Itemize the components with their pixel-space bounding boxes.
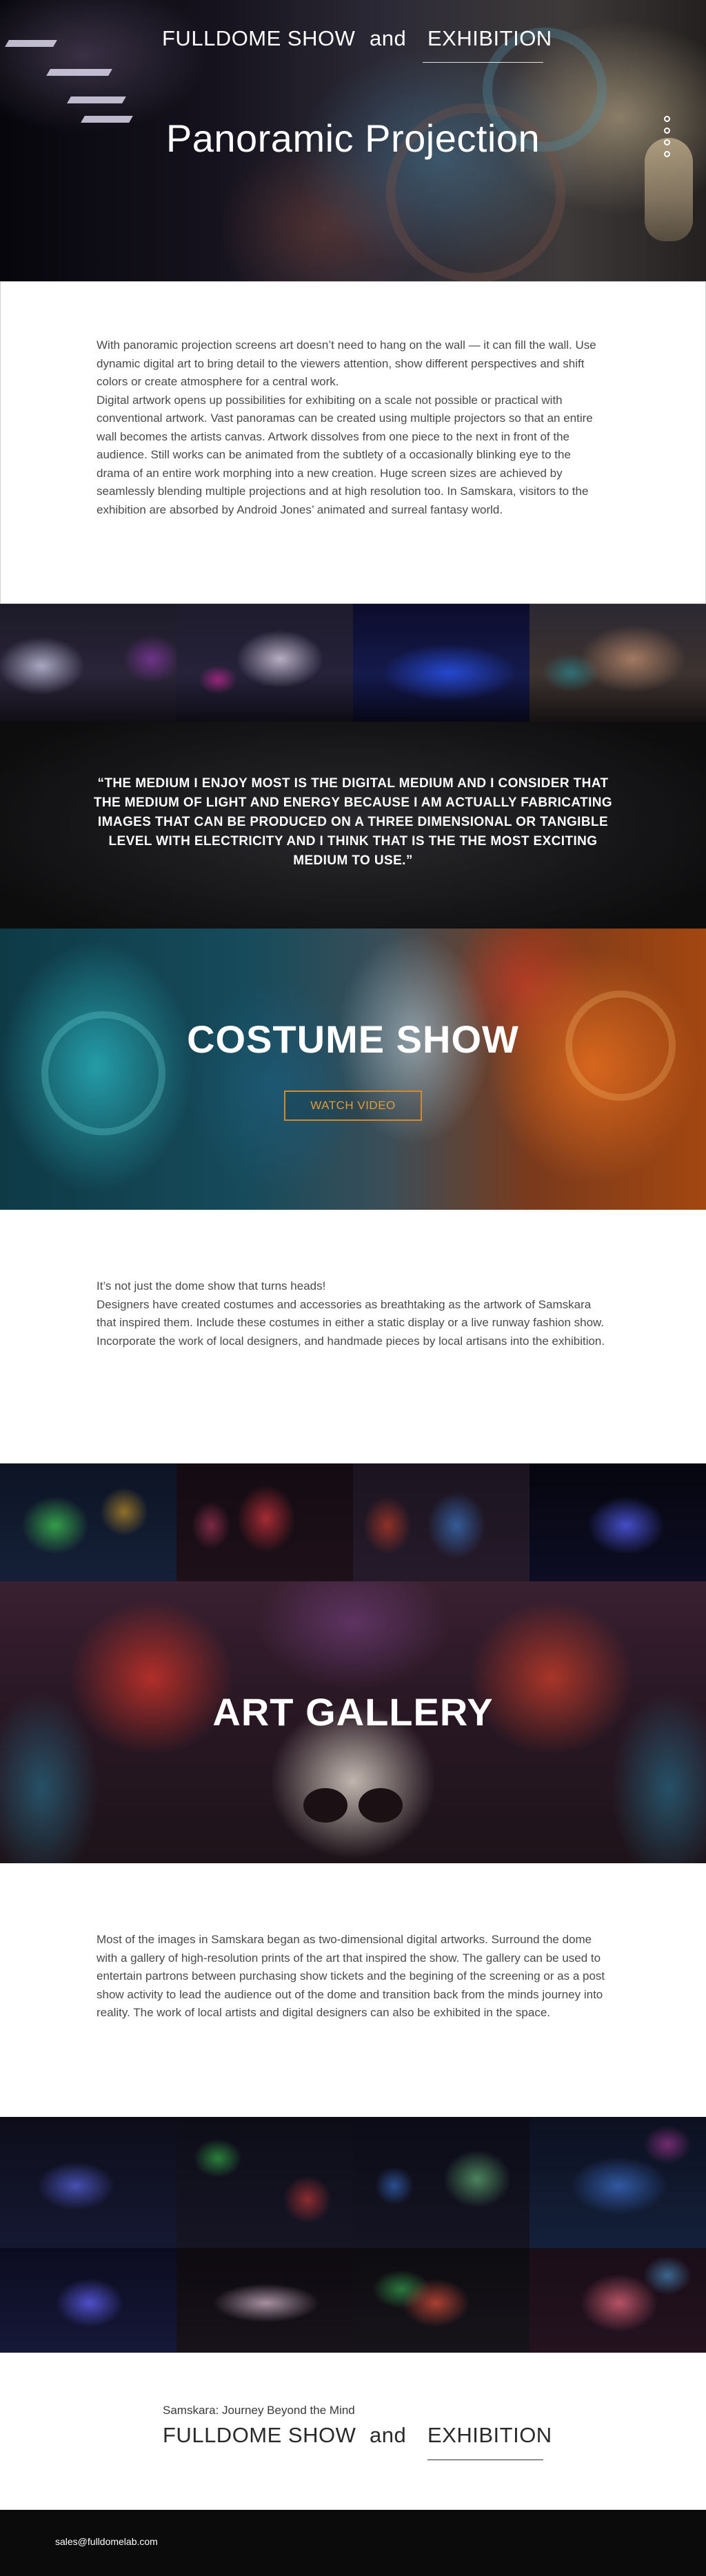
paragraph: Most of the images in Samskara began as … [97, 1933, 605, 2019]
page: FULLDOME SHOW and EXHIBITION Panoramic P… [0, 0, 706, 2576]
gallery-photo[interactable] [530, 2248, 706, 2353]
paragraph: Incorporate the work of local designers,… [97, 1334, 605, 1348]
skull-eye [359, 1788, 403, 1823]
nav-link-exhibition[interactable]: EXHIBITION [427, 26, 552, 51]
gallery-photo-row [0, 2117, 706, 2248]
panoramic-photo-strip [0, 604, 706, 722]
art-gallery-title: ART GALLERY [212, 1690, 494, 1734]
footer-link-fulldome-show[interactable]: FULLDOME SHOW [163, 2423, 356, 2448]
footer-subtitle: Samskara: Journey Beyond the Mind [163, 2404, 355, 2417]
nav-and-text: and [370, 26, 407, 50]
costume-photo[interactable] [176, 1463, 353, 1581]
footer-link-exhibition[interactable]: EXHIBITION [427, 2423, 552, 2448]
costume-photo[interactable] [0, 1463, 176, 1581]
hero-title: Panoramic Projection [165, 116, 541, 160]
section-dot[interactable] [664, 116, 670, 122]
section-dot[interactable] [664, 128, 670, 134]
paragraph: Designers have created costumes and acce… [97, 1297, 605, 1330]
costume-photo[interactable] [353, 1463, 530, 1581]
costume-photo-strip [0, 1463, 706, 1581]
footer-and-text: and [370, 2423, 407, 2447]
gallery-photo[interactable] [176, 604, 353, 722]
ceiling-light [67, 97, 126, 103]
gallery-photo[interactable] [0, 604, 176, 722]
paragraph: With panoramic projection screens art do… [97, 338, 596, 388]
gallery-photo[interactable] [0, 2117, 176, 2248]
section-dot[interactable] [664, 139, 670, 145]
art-gallery-banner: ART GALLERY [0, 1463, 706, 1863]
gallery-photo[interactable] [0, 2248, 176, 2353]
costume-text: It’s not just the dome show that turns h… [97, 1277, 607, 1350]
gallery-photo[interactable] [353, 2117, 530, 2248]
footer-bar: sales@fulldomelab.com [0, 2510, 706, 2576]
panoramic-text: With panoramic projection screens art do… [97, 336, 607, 519]
gallery-photo[interactable] [353, 604, 530, 722]
watch-video-button[interactable]: WATCH VIDEO [284, 1091, 422, 1121]
nav-link-fulldome-show[interactable]: FULLDOME SHOW [162, 26, 355, 51]
gallery-photo-row [0, 2248, 706, 2353]
ceiling-light [46, 69, 112, 76]
active-link-underline [423, 62, 543, 63]
quote-section: “THE MEDIUM I ENJOY MOST IS THE DIGITAL … [0, 722, 706, 929]
gallery-photo[interactable] [530, 2117, 706, 2248]
ceiling-light [5, 40, 57, 47]
skull-eye [303, 1788, 347, 1823]
paragraph: It’s not just the dome show that turns h… [97, 1279, 326, 1292]
artist-quote: “THE MEDIUM I ENJOY MOST IS THE DIGITAL … [93, 776, 613, 868]
section-nav-dots [664, 116, 671, 163]
hero-banner: FULLDOME SHOW and EXHIBITION Panoramic P… [0, 0, 706, 281]
gallery-photo[interactable] [530, 604, 706, 722]
section-dot[interactable] [664, 151, 670, 157]
gallery-photo[interactable] [176, 2248, 353, 2353]
costume-show-banner: COSTUME SHOW WATCH VIDEO [0, 929, 706, 1210]
contact-email-link[interactable]: sales@fulldomelab.com [55, 2536, 158, 2547]
paragraph: Digital artwork opens up possibilities f… [97, 393, 593, 516]
gallery-photo[interactable] [176, 2117, 353, 2248]
costume-photo[interactable] [530, 1463, 706, 1581]
gallery-text: Most of the images in Samskara began as … [97, 1931, 607, 2022]
gallery-photo[interactable] [353, 2248, 530, 2353]
costume-show-title: COSTUME SHOW [187, 1017, 519, 1061]
